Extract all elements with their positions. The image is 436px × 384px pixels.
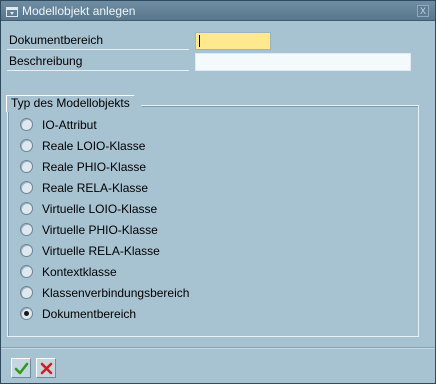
radio-label: Virtuelle PHIO-Klasse [42, 223, 158, 237]
radio-button[interactable] [20, 118, 33, 131]
radio-label: Reale RELA-Klasse [42, 181, 149, 195]
radio-label: Virtuelle LOIO-Klasse [42, 202, 158, 216]
dokumentbereich-label: Dokumentbereich [7, 31, 189, 50]
radio-option[interactable]: Kontextklasse [20, 264, 320, 280]
radio-button[interactable] [20, 244, 33, 257]
radio-option[interactable]: Virtuelle RELA-Klasse [20, 243, 320, 259]
window-icon [6, 6, 18, 17]
text-caret [199, 35, 200, 47]
radio-label: Reale LOIO-Klasse [42, 139, 146, 153]
radio-button[interactable] [20, 265, 33, 278]
radio-label: Klassenverbindungsbereich [42, 286, 190, 300]
radio-option[interactable]: IO-Attribut [20, 117, 320, 133]
radio-button[interactable] [20, 223, 33, 236]
radio-button[interactable] [20, 202, 33, 215]
group-title: Typ des Modellobjekts [6, 95, 146, 112]
dokumentbereich-row: Dokumentbereich [7, 31, 411, 50]
radio-option[interactable]: Reale PHIO-Klasse [20, 159, 320, 175]
radio-label: Virtuelle RELA-Klasse [42, 244, 160, 258]
radio-label: Kontextklasse [42, 265, 117, 279]
dialog-window: Modellobjekt anlegen X Dokumentbereich B… [0, 0, 436, 384]
radio-label: IO-Attribut [42, 118, 97, 132]
radio-option[interactable]: Virtuelle LOIO-Klasse [20, 201, 320, 217]
confirm-button[interactable] [11, 358, 31, 378]
beschreibung-row: Beschreibung [7, 52, 411, 71]
window-title: Modellobjekt anlegen [22, 4, 136, 18]
radio-button[interactable] [20, 181, 33, 194]
dokumentbereich-input[interactable] [195, 32, 271, 50]
radio-button[interactable] [20, 139, 33, 152]
beschreibung-label: Beschreibung [7, 52, 189, 71]
radio-label: Dokumentbereich [42, 307, 137, 321]
footer-divider-highlight [1, 348, 435, 349]
radio-button[interactable] [20, 286, 33, 299]
radio-option[interactable]: Virtuelle PHIO-Klasse [20, 222, 320, 238]
beschreibung-input[interactable] [195, 53, 411, 71]
cancel-button[interactable] [36, 358, 56, 378]
radio-label: Reale PHIO-Klasse [42, 160, 147, 174]
radio-button[interactable] [20, 307, 33, 320]
title-bar[interactable]: Modellobjekt anlegen X [1, 1, 435, 21]
radio-button[interactable] [20, 160, 33, 173]
close-icon[interactable]: X [417, 5, 429, 17]
radio-option[interactable]: Klassenverbindungsbereich [20, 285, 320, 301]
radio-option[interactable]: Reale LOIO-Klasse [20, 138, 320, 154]
radio-option[interactable]: Reale RELA-Klasse [20, 180, 320, 196]
radio-option[interactable]: Dokumentbereich [20, 306, 320, 322]
